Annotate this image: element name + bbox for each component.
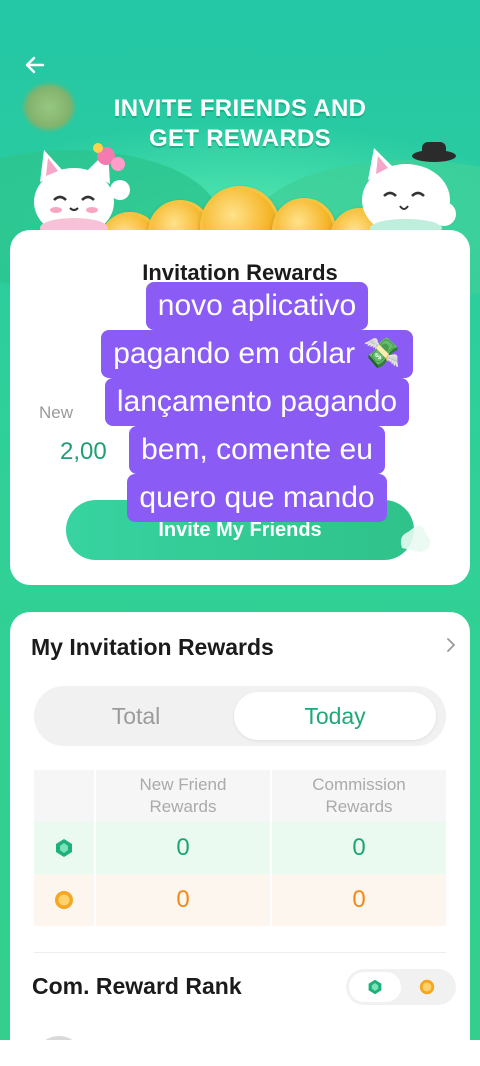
avatar: [34, 1036, 84, 1040]
table-header-row: New Friend Rewards Commission Rewards: [34, 770, 446, 822]
green-new-friend-value: 0: [94, 822, 270, 874]
table-row: 0 0: [34, 822, 446, 874]
new-friend-label: New: [39, 403, 74, 422]
pointing-hand-icon: [396, 520, 434, 559]
rank-gold-coin-toggle[interactable]: [401, 972, 453, 1002]
caption-line: pagando em dólar 💸: [101, 330, 413, 378]
caption-line: novo aplicativo: [145, 282, 369, 330]
green-gem-icon: [34, 822, 94, 874]
tab-total[interactable]: Total: [38, 692, 234, 740]
commission-reward-rank-title: Com. Reward Rank: [32, 973, 242, 999]
gold-coin-icon: [34, 874, 94, 926]
chevron-right-icon[interactable]: [444, 636, 458, 659]
caption-line: lançamento pagando: [104, 378, 410, 426]
rank-currency-toggle: [346, 969, 456, 1005]
table-row: 0 0: [34, 874, 446, 926]
video-caption-overlay: novo aplicativo pagando em dólar 💸 lança…: [82, 282, 432, 522]
gold-commission-value: 0: [270, 874, 446, 926]
my-invitation-rewards-card: My Invitation Rewards Total Today New Fr…: [10, 612, 470, 1040]
rank-green-gem-toggle[interactable]: [349, 972, 401, 1002]
gold-new-friend-value: 0: [94, 874, 270, 926]
rewards-table: New Friend Rewards Commission Rewards 0 …: [34, 770, 446, 926]
tab-today[interactable]: Today: [234, 692, 436, 740]
my-invitation-rewards-title: My Invitation Rewards: [31, 634, 274, 660]
back-arrow-icon[interactable]: [20, 50, 50, 80]
caption-line: quero que mando: [127, 474, 387, 522]
page: INVITE FRIENDS AND GET REWARDS Invitatio…: [0, 0, 480, 1040]
new-friend-rewards-header: New Friend Rewards: [94, 770, 270, 822]
section-divider: [34, 952, 446, 953]
commission-rewards-label: Commission Rewards: [312, 775, 406, 816]
green-commission-value: 0: [270, 822, 446, 874]
caption-line: bem, comente eu: [129, 426, 385, 474]
commission-rewards-header: Commission Rewards: [270, 770, 446, 822]
table-header-blank: [34, 770, 94, 822]
new-friend-rewards-label: New Friend Rewards: [139, 775, 227, 816]
period-segmented-control: Total Today: [34, 686, 446, 746]
